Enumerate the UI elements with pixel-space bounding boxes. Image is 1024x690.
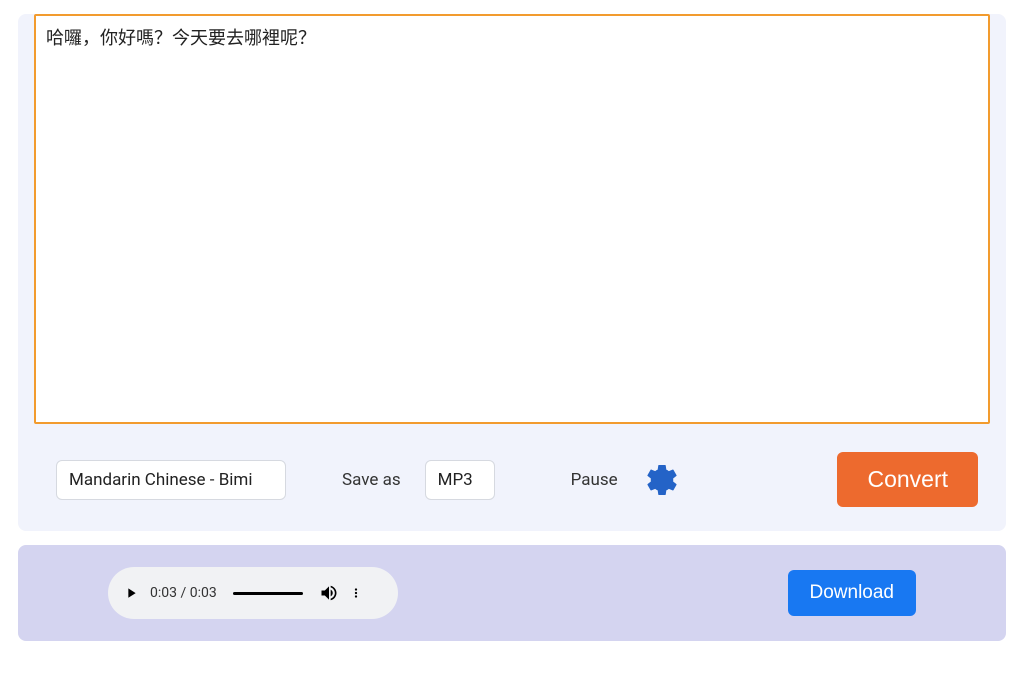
text-input[interactable] xyxy=(34,14,990,424)
voice-select[interactable]: Mandarin Chinese - Bimi xyxy=(56,460,286,500)
controls-row: Mandarin Chinese - Bimi Save as MP3 Paus… xyxy=(18,424,1006,531)
total-time: 0:03 xyxy=(190,585,217,601)
main-panel: Mandarin Chinese - Bimi Save as MP3 Paus… xyxy=(18,14,1006,531)
volume-icon[interactable] xyxy=(319,583,339,603)
format-select[interactable]: MP3 xyxy=(425,460,495,500)
download-button[interactable]: Download xyxy=(788,570,917,616)
current-time: 0:03 xyxy=(150,585,177,601)
more-icon[interactable] xyxy=(349,584,363,602)
play-icon[interactable] xyxy=(122,584,140,602)
progress-slider[interactable] xyxy=(233,592,303,595)
pause-label: Pause xyxy=(571,470,618,490)
voice-select-value: Mandarin Chinese - Bimi xyxy=(69,470,252,490)
format-select-value: MP3 xyxy=(438,470,473,490)
convert-button[interactable]: Convert xyxy=(837,452,978,507)
audio-time-text: 0:03 / 0:03 xyxy=(150,585,217,601)
audio-player[interactable]: 0:03 / 0:03 xyxy=(108,567,398,619)
save-as-label: Save as xyxy=(342,470,401,490)
gear-icon[interactable] xyxy=(644,462,680,498)
audio-panel: 0:03 / 0:03 Download xyxy=(18,545,1006,641)
